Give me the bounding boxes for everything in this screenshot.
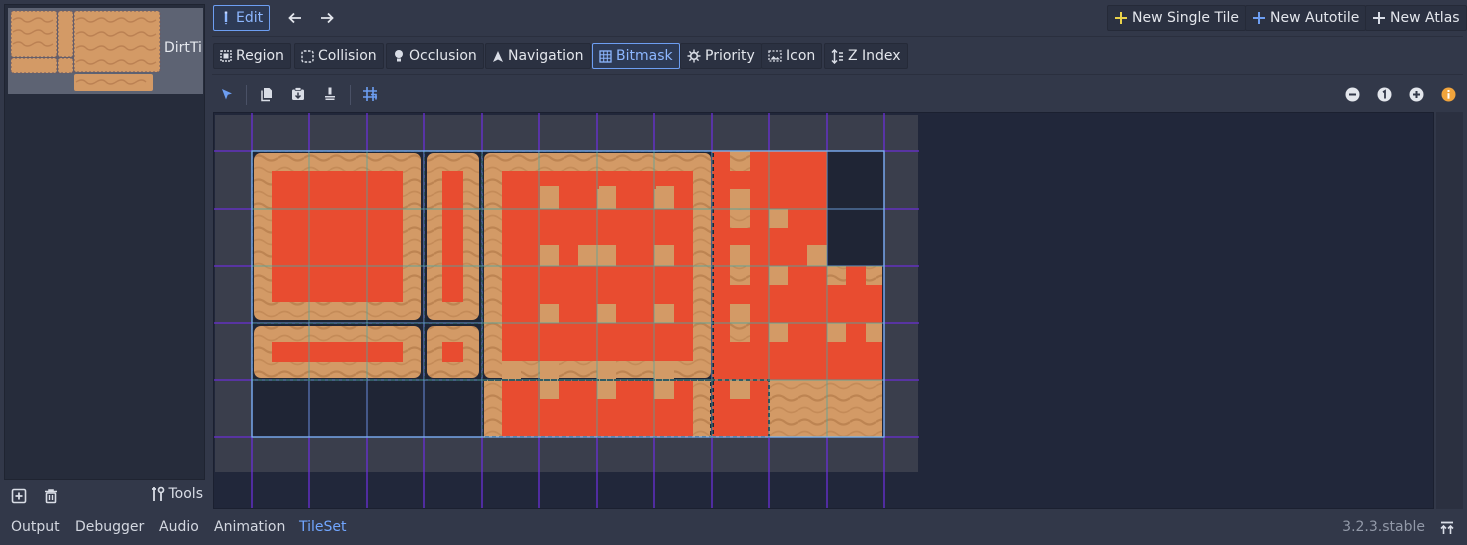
texture-item-label: DirtTil bbox=[164, 40, 203, 56]
add-icon bbox=[11, 488, 27, 504]
edit-mode-bar: Region Collision Occlusion Navigation Bi… bbox=[212, 42, 1463, 70]
texture-item-dirt[interactable]: DirtTil bbox=[8, 8, 203, 94]
divider bbox=[350, 85, 351, 105]
priority-icon bbox=[687, 49, 701, 63]
undo-button[interactable] bbox=[282, 5, 308, 31]
texture-list-toolbar: Tools bbox=[4, 482, 205, 510]
paste-icon bbox=[292, 87, 304, 100]
edit-icon bbox=[224, 11, 228, 25]
occlusion-icon bbox=[395, 50, 403, 62]
tileset-editor: DirtTil Tools Edit New Single Tile New A… bbox=[0, 0, 1467, 545]
zoom-reset-button[interactable] bbox=[1371, 81, 1397, 107]
add-icon bbox=[1373, 12, 1385, 24]
mode-navigation[interactable]: Navigation bbox=[485, 43, 591, 69]
edit-button[interactable]: Edit bbox=[213, 5, 271, 31]
zoom-in-icon bbox=[1409, 87, 1423, 101]
collision-icon bbox=[301, 49, 314, 63]
remove-texture-button[interactable] bbox=[39, 484, 63, 508]
zoom-out-icon bbox=[1345, 87, 1359, 101]
copy-bitmask-button[interactable] bbox=[253, 81, 279, 107]
grid-snap-icon bbox=[363, 87, 377, 101]
texture-thumbnail bbox=[10, 10, 161, 91]
region-icon bbox=[220, 50, 232, 62]
expand-panel-button[interactable] bbox=[1434, 515, 1460, 541]
erase-bitmask-button[interactable] bbox=[317, 81, 343, 107]
redo-button[interactable] bbox=[314, 5, 340, 31]
tileset-texture-view bbox=[214, 113, 919, 508]
erase-icon bbox=[325, 87, 335, 100]
info-icon bbox=[1441, 87, 1455, 101]
bitmask-tool-row bbox=[212, 80, 1463, 108]
image-icon bbox=[768, 50, 782, 62]
texture-list: DirtTil bbox=[4, 4, 205, 480]
add-texture-button[interactable] bbox=[7, 484, 31, 508]
tab-output[interactable]: Output bbox=[11, 519, 60, 535]
copy-icon bbox=[260, 87, 272, 101]
divider bbox=[212, 74, 1463, 75]
paste-bitmask-button[interactable] bbox=[285, 81, 311, 107]
select-tool-button[interactable] bbox=[214, 81, 240, 107]
z-index-icon bbox=[831, 48, 843, 64]
new-single-tile-button[interactable]: New Single Tile bbox=[1107, 5, 1246, 31]
tools-icon bbox=[151, 486, 164, 501]
version-label: 3.2.3.stable bbox=[1342, 519, 1425, 535]
add-icon bbox=[1115, 12, 1127, 24]
zoom-reset-icon bbox=[1377, 87, 1391, 101]
zoom-out-button[interactable] bbox=[1339, 81, 1365, 107]
arrow-right-icon bbox=[321, 12, 334, 24]
zoom-in-button[interactable] bbox=[1403, 81, 1429, 107]
tab-tileset[interactable]: TileSet bbox=[299, 519, 347, 535]
mode-icon[interactable]: Icon bbox=[761, 43, 823, 69]
arrow-left-icon bbox=[288, 12, 301, 24]
tab-audio[interactable]: Audio bbox=[159, 519, 199, 535]
mode-z-index[interactable]: Z Index bbox=[824, 43, 908, 69]
top-toolbar: Edit New Single Tile New Autotile New At… bbox=[212, 4, 1467, 32]
bottom-panel-bar: Output Debugger Audio Animation TileSet … bbox=[0, 512, 1467, 545]
add-icon bbox=[1253, 12, 1265, 24]
mode-occlusion[interactable]: Occlusion bbox=[386, 43, 484, 69]
tab-animation[interactable]: Animation bbox=[214, 519, 285, 535]
tools-menu-button[interactable]: Tools bbox=[151, 486, 204, 502]
mode-collision[interactable]: Collision bbox=[294, 43, 384, 69]
tab-debugger[interactable]: Debugger bbox=[75, 519, 144, 535]
grid-snap-toggle[interactable] bbox=[357, 81, 383, 107]
expand-bottom-panel-icon bbox=[1440, 521, 1454, 534]
help-info-button[interactable] bbox=[1435, 81, 1461, 107]
tileset-canvas[interactable] bbox=[213, 112, 1434, 509]
new-atlas-button[interactable]: New Atlas bbox=[1365, 5, 1467, 31]
mode-priority[interactable]: Priority bbox=[680, 43, 762, 69]
navigation-icon bbox=[493, 50, 503, 62]
mode-region[interactable]: Region bbox=[213, 43, 291, 69]
vertical-scrollbar[interactable] bbox=[1436, 112, 1463, 509]
tools-label: Tools bbox=[168, 486, 204, 502]
mode-bitmask[interactable]: Bitmask bbox=[592, 43, 680, 69]
bitmask-icon bbox=[599, 49, 612, 63]
trash-icon bbox=[45, 489, 57, 504]
divider bbox=[246, 85, 247, 105]
new-autotile-button[interactable]: New Autotile bbox=[1245, 5, 1367, 31]
select-arrow-icon bbox=[222, 88, 232, 99]
divider bbox=[212, 36, 1463, 37]
